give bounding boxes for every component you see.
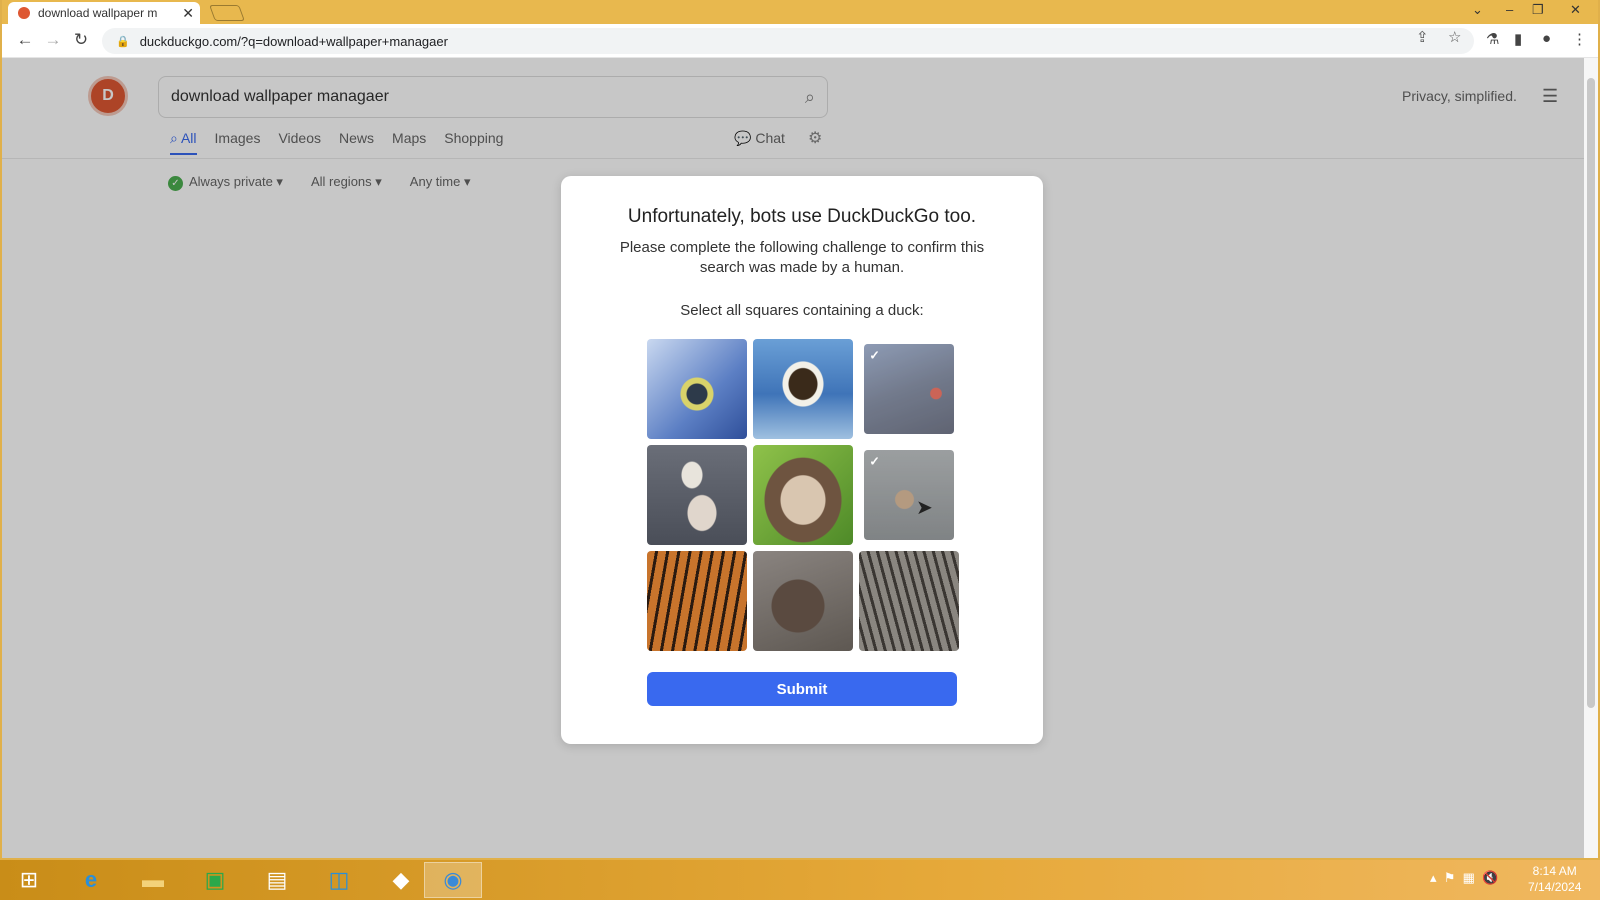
app-window-icon: ▤ (266, 867, 288, 892)
chrome-icon: ◉ (443, 867, 463, 892)
captcha-tile-bird[interactable] (647, 339, 747, 439)
tray-up-arrow-icon[interactable]: ▴ (1430, 870, 1437, 885)
captcha-tile-duck-rocks[interactable]: ✓ (864, 344, 954, 434)
bookmark-star-icon[interactable]: ☆ (1448, 28, 1461, 46)
taskbar-file-explorer[interactable]: ▬ (124, 862, 182, 898)
internet-explorer-icon: e (84, 867, 98, 892)
url-text: duckduckgo.com/?q=download+wallpaper+man… (139, 33, 448, 49)
captcha-subtitle: Please complete the following challenge … (619, 239, 985, 276)
forward-icon[interactable]: → (42, 30, 64, 50)
profile-icon[interactable]: ● (1542, 30, 1551, 47)
tab-list-chevron-icon[interactable]: ⌄ (1472, 2, 1483, 18)
volume-muted-icon[interactable]: 🔇 (1482, 870, 1498, 885)
captcha-tile-eagle[interactable] (753, 339, 853, 439)
mouse-pointer-icon: ➤ (916, 497, 933, 519)
tab-close-icon[interactable]: ✕ (182, 5, 194, 22)
windows-logo-icon: ⊞ (19, 867, 39, 892)
close-window-icon[interactable]: ✕ (1570, 2, 1581, 18)
captcha-tile-cat[interactable] (859, 551, 959, 651)
app-box-icon: ◫ (328, 867, 350, 892)
system-tray: ▴ ⚑ ▦ 🔇 (1430, 870, 1498, 886)
captcha-dialog: Unfortunately, bots use DuckDuckGo too. … (561, 176, 1043, 744)
scrollbar-thumb[interactable] (1587, 78, 1595, 708)
start-button[interactable]: ⊞ (0, 862, 58, 898)
captcha-title: Unfortunately, bots use DuckDuckGo too. (627, 206, 977, 227)
tab-title: download wallpaper m (38, 6, 158, 20)
lock-icon: 🔒 (116, 35, 130, 48)
taskbar-app-5[interactable]: ◫ (310, 862, 368, 898)
selected-check-icon: ✓ (869, 347, 880, 362)
share-icon[interactable]: ⇪ (1416, 28, 1429, 46)
captcha-grid: ✓ ✓ (647, 339, 959, 651)
browser-tab[interactable]: download wallpaper m ✕ (8, 2, 200, 24)
selected-check-icon: ✓ (869, 453, 880, 468)
duckduckgo-favicon-icon (18, 7, 30, 19)
taskbar-app-6[interactable]: ◆ (372, 862, 430, 898)
submit-button[interactable]: Submit (647, 672, 957, 706)
taskbar-app-4[interactable]: ▤ (248, 862, 306, 898)
app-logo-icon: ◆ (392, 867, 410, 892)
restore-icon[interactable]: ❐ (1532, 2, 1544, 18)
page-scrollbar[interactable] (1584, 58, 1598, 858)
captcha-tile-monkey[interactable] (753, 445, 853, 545)
reload-icon[interactable]: ↻ (70, 30, 92, 50)
menu-dots-icon[interactable]: ⋮ (1572, 30, 1587, 48)
taskbar-internet-explorer[interactable]: e (62, 862, 120, 898)
flag-icon[interactable]: ⚑ (1444, 870, 1456, 885)
tab-bar: download wallpaper m ✕ ⌄ – ❐ ✕ (2, 0, 1598, 24)
extension-icon[interactable]: ⚗ (1486, 30, 1499, 48)
captcha-tile-seal[interactable] (753, 551, 853, 651)
clock-time: 8:14 AM (1532, 864, 1577, 878)
browser-window: download wallpaper m ✕ ⌄ – ❐ ✕ ← → ↻ 🔒 d… (0, 0, 1600, 860)
taskbar-store[interactable]: ▣ (186, 862, 244, 898)
address-bar[interactable]: 🔒 duckduckgo.com/?q=download+wallpaper+m… (102, 28, 1474, 54)
new-tab-button[interactable] (209, 5, 245, 21)
network-icon[interactable]: ▦ (1463, 870, 1475, 885)
store-icon: ▣ (204, 867, 226, 892)
side-panel-icon[interactable]: ▮ (1514, 30, 1522, 48)
folder-icon: ▬ (142, 867, 164, 892)
browser-toolbar: ← → ↻ 🔒 duckduckgo.com/?q=download+wallp… (2, 24, 1598, 58)
clock-date: 7/14/2024 (1528, 880, 1582, 894)
captcha-tile-duck-swimming[interactable]: ✓ (864, 450, 954, 540)
captcha-prompt: Select all squares containing a duck: (680, 302, 924, 319)
back-icon[interactable]: ← (14, 30, 36, 50)
minimize-icon[interactable]: – (1506, 2, 1513, 17)
captcha-tile-tiger[interactable] (647, 551, 747, 651)
windows-taskbar: ⊞ e ▬ ▣ ▤ ◫ ◆ ◉ ▴ ⚑ ▦ 🔇 8:14 AM 7/14/202… (0, 860, 1600, 900)
taskbar-clock[interactable]: 8:14 AM 7/14/2024 (1528, 863, 1581, 895)
taskbar-chrome[interactable]: ◉ (424, 862, 482, 898)
captcha-tile-ducks-water[interactable] (647, 445, 747, 545)
